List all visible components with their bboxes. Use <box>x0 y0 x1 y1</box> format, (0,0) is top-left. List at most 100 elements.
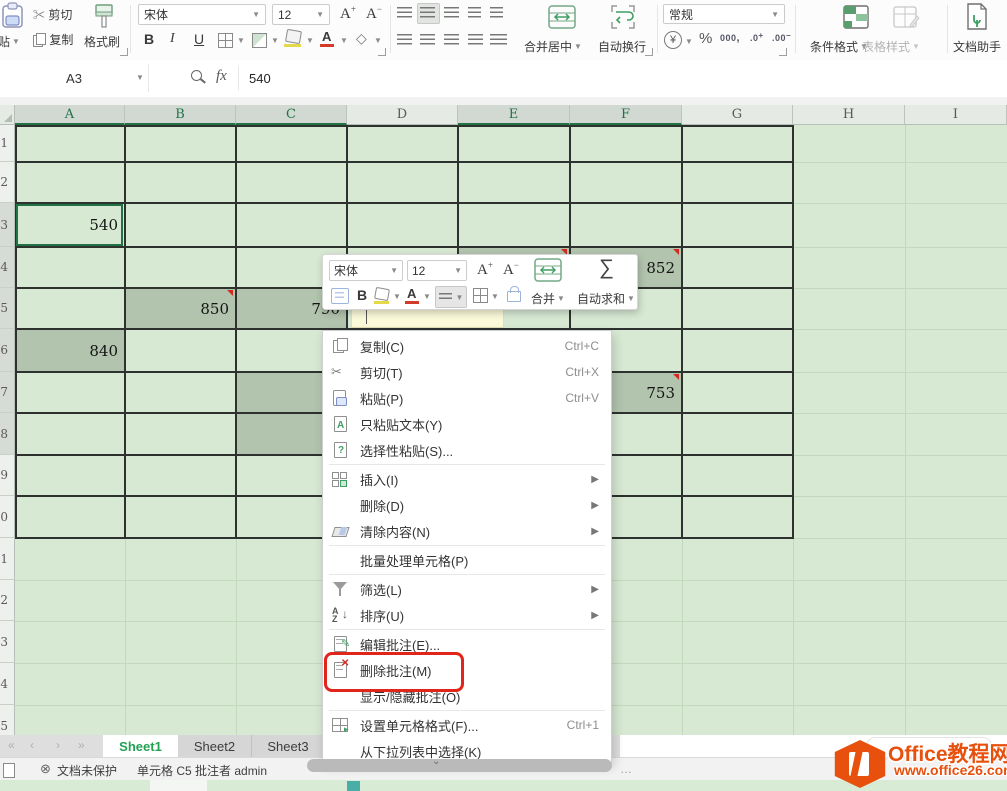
bold-button[interactable]: B <box>144 31 154 47</box>
merge-center-icon[interactable] <box>546 3 578 31</box>
zoom-search-icon[interactable] <box>191 70 202 81</box>
column-header-E[interactable]: E <box>458 105 570 125</box>
mini-autosum-icon[interactable]: ∑ <box>599 256 614 280</box>
chevron-down-icon[interactable]: ▼ <box>306 36 314 45</box>
column-header-A[interactable]: A <box>15 105 125 125</box>
paste-icon[interactable] <box>0 2 25 29</box>
row-header-14[interactable]: 14 <box>0 663 15 705</box>
align-top-icon[interactable] <box>397 7 412 18</box>
menu-item[interactable]: A只粘贴文本(Y) <box>323 411 611 437</box>
clipboard-group-expander[interactable] <box>120 48 128 56</box>
row-header-11[interactable]: 11 <box>0 538 15 580</box>
row-header-3[interactable]: 3 <box>0 203 15 247</box>
prev-sheet-icon[interactable]: ‹ <box>30 738 34 752</box>
column-header-H[interactable]: H <box>793 105 905 125</box>
doc-assistant-button[interactable]: 文档助手 <box>953 38 1001 55</box>
decrease-indent-icon[interactable] <box>468 7 481 18</box>
sheet-tab-1[interactable]: Sheet1 <box>103 735 178 757</box>
clear-format-icon[interactable]: ◇ <box>356 30 367 47</box>
mini-merge-button[interactable]: 合并▼ <box>531 290 565 307</box>
copy-button[interactable]: 复制 <box>33 31 73 48</box>
chevron-down-icon[interactable]: ▼ <box>491 292 499 301</box>
formula-input[interactable]: 540 <box>249 71 271 86</box>
number-format-select[interactable]: 常规▼ <box>663 4 785 24</box>
chevron-down-icon[interactable]: ▼ <box>340 36 348 45</box>
menu-item[interactable]: 复制(C)Ctrl+C <box>323 333 611 359</box>
column-header-D[interactable]: D <box>347 105 458 125</box>
row-header-8[interactable]: 8 <box>0 413 15 455</box>
mini-increase-font-button[interactable]: A+ <box>477 260 493 279</box>
mini-borders-button[interactable] <box>473 288 488 303</box>
first-sheet-icon[interactable]: « <box>8 738 15 752</box>
decrease-decimal-icon[interactable]: .00− <box>772 31 791 43</box>
font-size-select[interactable]: 12▼ <box>272 4 330 25</box>
row-header-2[interactable]: 2 <box>0 162 15 203</box>
next-sheet-icon[interactable]: › <box>56 738 60 752</box>
row-header-9[interactable]: 9 <box>0 455 15 496</box>
row-header-5[interactable]: 5 <box>0 288 15 329</box>
increase-font-button[interactable]: A+ <box>340 4 356 23</box>
chevron-down-icon[interactable]: ▼ <box>271 36 279 45</box>
currency-format-icon[interactable]: ¥ <box>664 31 682 49</box>
menu-item[interactable]: 插入(I)▶ <box>323 466 611 492</box>
cell-shading-button[interactable] <box>252 33 267 48</box>
mini-font-color-button[interactable]: A <box>407 286 416 301</box>
wrap-text-icon[interactable] <box>608 3 638 31</box>
row-header-10[interactable]: 10 <box>0 496 15 538</box>
font-family-select[interactable]: 宋体▼ <box>138 4 266 25</box>
menu-item[interactable]: 粘贴(P)Ctrl+V <box>323 385 611 411</box>
chevron-down-icon[interactable]: ▼ <box>393 292 401 301</box>
merge-center-button[interactable]: 合并居中▼ <box>524 38 582 55</box>
align-middle-icon[interactable] <box>420 7 435 18</box>
mini-format-painter-icon[interactable] <box>331 288 349 304</box>
align-right-icon[interactable] <box>444 34 459 45</box>
row-header-13[interactable]: 13 <box>0 621 15 663</box>
menu-item[interactable]: ▸设置单元格格式(F)...Ctrl+1 <box>323 712 611 738</box>
percent-format-icon[interactable]: % <box>699 30 712 47</box>
increase-decimal-icon[interactable]: .0+ <box>750 31 764 43</box>
chevron-down-icon[interactable]: ▼ <box>237 36 245 45</box>
menu-item[interactable]: 筛选(L)▶ <box>323 576 611 602</box>
font-color-button[interactable]: A <box>322 29 331 44</box>
font-group-expander[interactable] <box>378 48 386 56</box>
last-sheet-icon[interactable]: » <box>78 738 85 752</box>
cut-button[interactable]: ✂ 剪切 <box>33 6 72 23</box>
column-header-B[interactable]: B <box>125 105 236 125</box>
mini-bold-button[interactable]: B <box>357 287 367 303</box>
fx-button[interactable]: fx <box>216 68 227 85</box>
mini-fill-color-icon[interactable] <box>374 287 390 301</box>
borders-button[interactable] <box>218 33 233 48</box>
column-header-G[interactable]: G <box>682 105 793 125</box>
menu-item[interactable]: 删除(D)▶ <box>323 492 611 518</box>
menu-item[interactable]: 清除内容(N)▶ <box>323 518 611 544</box>
name-box[interactable]: A3 <box>0 64 149 92</box>
cell-A6[interactable]: 840 <box>15 329 125 372</box>
mini-align-button[interactable]: ▼ <box>435 286 467 308</box>
underline-button[interactable]: U <box>194 31 204 47</box>
active-cell-A3[interactable] <box>16 204 123 246</box>
align-left-icon[interactable] <box>397 34 412 45</box>
alignment-group-expander[interactable] <box>645 48 653 56</box>
mini-font-family-select[interactable]: 宋体▼ <box>329 260 403 281</box>
chevron-down-icon[interactable]: ▼ <box>374 36 382 45</box>
mini-merge-icon[interactable] <box>533 257 563 283</box>
doc-assistant-icon[interactable] <box>964 2 990 31</box>
menu-item[interactable]: ✂剪切(T)Ctrl+X <box>323 359 611 385</box>
row-header-1[interactable]: 1 <box>0 125 15 162</box>
number-group-expander[interactable] <box>779 48 787 56</box>
name-box-dropdown-icon[interactable]: ▼ <box>136 73 144 82</box>
column-header-F[interactable]: F <box>570 105 682 125</box>
align-bottom-icon[interactable] <box>444 7 459 18</box>
format-painter-button[interactable]: 格式刷 <box>84 33 120 50</box>
sheet-tab-2[interactable]: Sheet2 <box>178 735 252 757</box>
sheet-tab-3[interactable]: Sheet3 <box>252 735 325 757</box>
row-header-7[interactable]: 7 <box>0 372 15 413</box>
chevron-down-icon[interactable]: ▼ <box>685 37 693 46</box>
justify-icon[interactable] <box>468 34 483 45</box>
distribute-icon[interactable] <box>490 34 507 45</box>
fill-color-icon[interactable] <box>285 29 302 44</box>
comma-format-icon[interactable]: 000, <box>720 32 740 44</box>
row-header-6[interactable]: 6 <box>0 329 15 372</box>
paste-button[interactable]: 粘贴▼ <box>0 33 20 50</box>
decrease-font-button[interactable]: A− <box>366 4 382 23</box>
